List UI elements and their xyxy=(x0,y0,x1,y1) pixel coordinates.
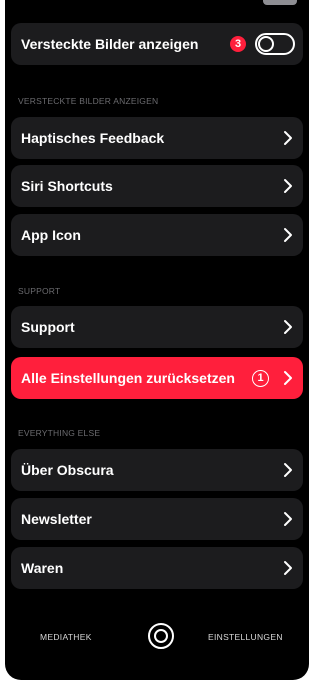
row-reset-settings-label: Alle Einstellungen zurücksetzen xyxy=(21,370,235,386)
scroll-edge xyxy=(263,0,297,5)
row-siri-shortcuts-label: Siri Shortcuts xyxy=(21,178,113,194)
row-hidden-images[interactable]: Versteckte Bilder anzeigen 3 xyxy=(11,23,303,65)
row-support-label: Support xyxy=(21,319,75,335)
chevron-right-icon xyxy=(281,462,295,478)
toggle-knob xyxy=(258,36,274,52)
section-header-everything-else: EVERYTHING ELSE xyxy=(18,428,101,438)
shutter-icon[interactable] xyxy=(148,623,174,649)
row-merch[interactable]: Waren xyxy=(11,547,303,589)
row-hidden-images-label: Versteckte Bilder anzeigen xyxy=(21,36,199,52)
section-header-hidden-images: VERSTECKTE BILDER ANZEIGEN xyxy=(18,96,159,106)
row-siri-shortcuts[interactable]: Siri Shortcuts xyxy=(11,165,303,207)
shutter-inner xyxy=(154,629,168,643)
tab-bar: MEDIATHEK EINSTELLUNGEN xyxy=(5,618,309,658)
row-haptic-feedback-label: Haptisches Feedback xyxy=(21,130,165,146)
row-about-obscura-label: Über Obscura xyxy=(21,462,114,478)
settings-screen: Versteckte Bilder anzeigen 3 VERSTECKTE … xyxy=(5,0,309,680)
tab-einstellungen[interactable]: EINSTELLUNGEN xyxy=(208,632,283,642)
annotation-badge-1: 1 xyxy=(252,369,269,387)
chevron-right-icon xyxy=(281,370,295,386)
chevron-right-icon xyxy=(281,511,295,527)
row-haptic-feedback[interactable]: Haptisches Feedback xyxy=(11,117,303,159)
tab-mediathek[interactable]: MEDIATHEK xyxy=(40,632,92,642)
row-app-icon-label: App Icon xyxy=(21,227,81,243)
row-app-icon[interactable]: App Icon xyxy=(11,214,303,256)
annotation-badge-3: 3 xyxy=(230,36,246,52)
row-newsletter[interactable]: Newsletter xyxy=(11,498,303,540)
chevron-right-icon xyxy=(281,560,295,576)
row-newsletter-label: Newsletter xyxy=(21,511,92,527)
chevron-right-icon xyxy=(281,130,295,146)
chevron-right-icon xyxy=(281,178,295,194)
row-about-obscura[interactable]: Über Obscura xyxy=(11,449,303,491)
hidden-images-toggle[interactable] xyxy=(255,33,295,55)
section-header-support: SUPPORT xyxy=(18,286,61,296)
row-support[interactable]: Support xyxy=(11,306,303,348)
chevron-right-icon xyxy=(281,227,295,243)
row-merch-label: Waren xyxy=(21,560,64,576)
chevron-right-icon xyxy=(281,319,295,335)
row-reset-settings[interactable]: Alle Einstellungen zurücksetzen 1 xyxy=(11,357,303,399)
